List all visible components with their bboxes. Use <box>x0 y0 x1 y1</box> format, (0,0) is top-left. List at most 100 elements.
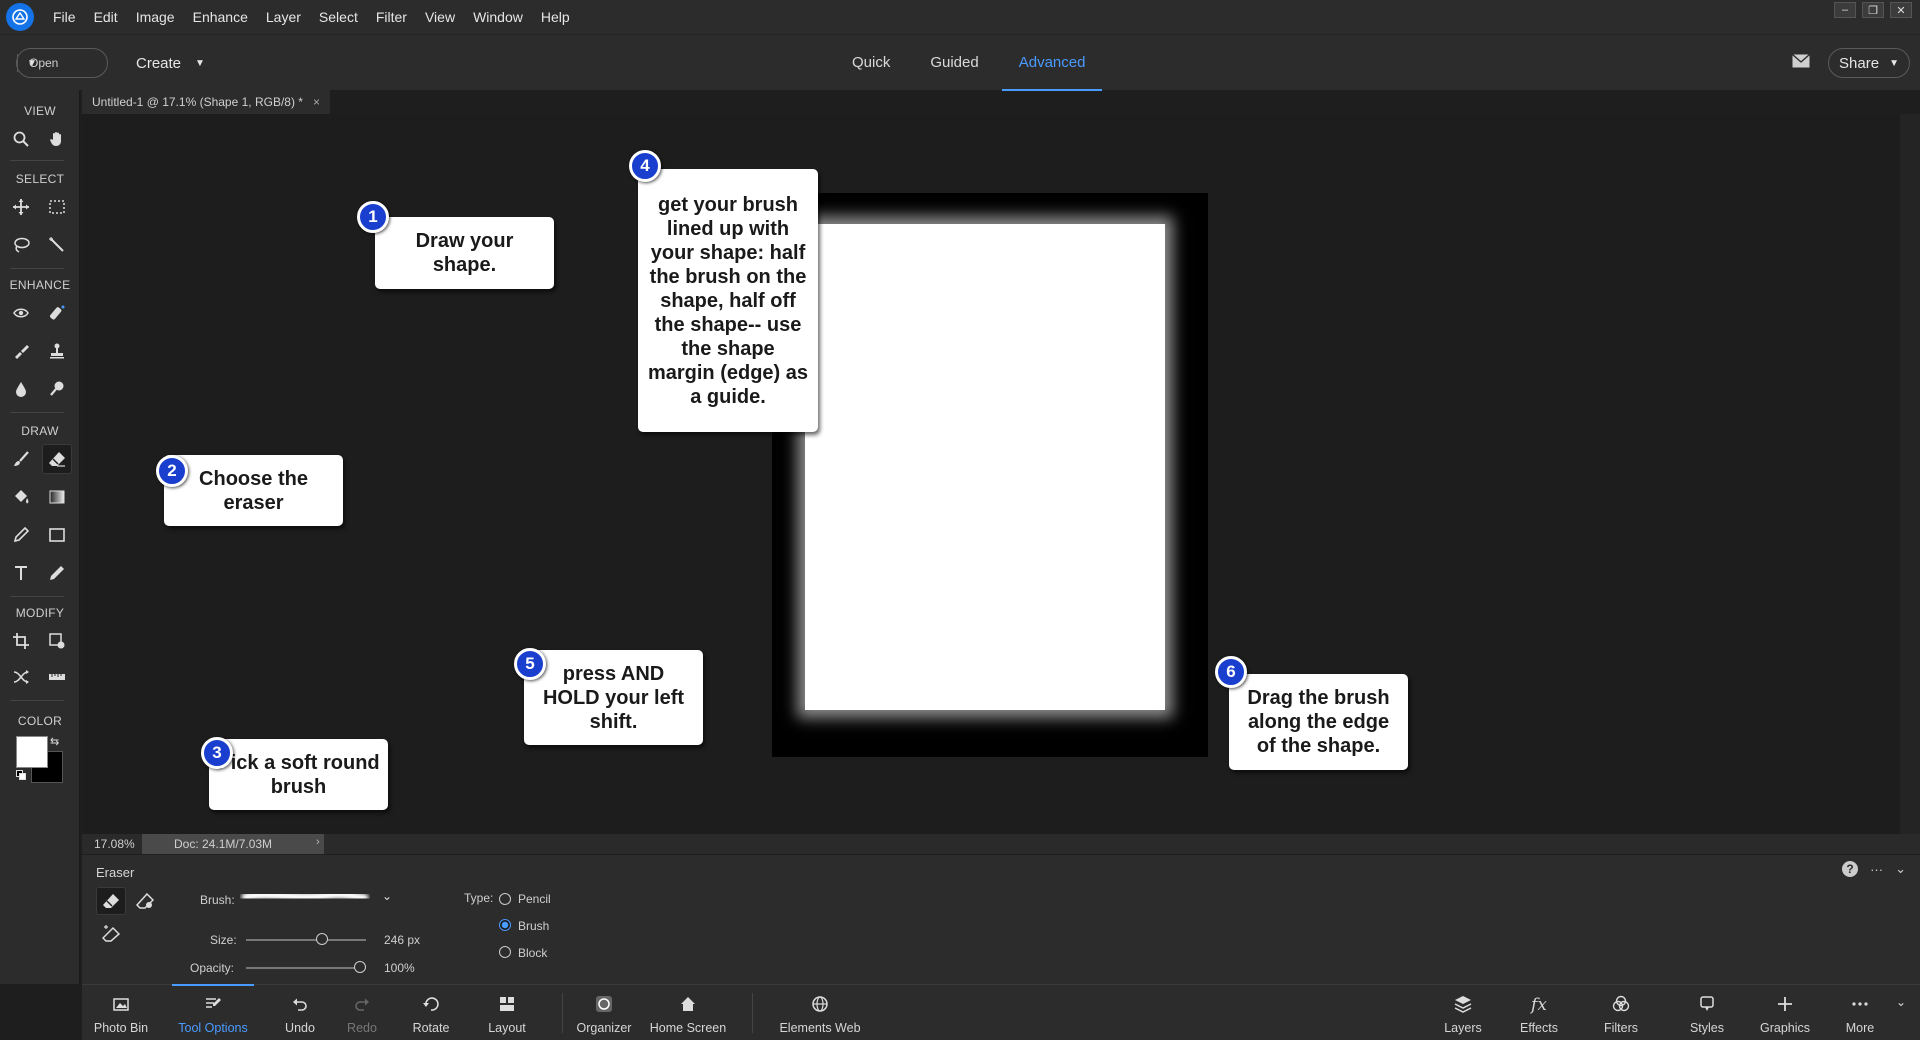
size-value: 246 px <box>384 933 421 947</box>
organizer-button[interactable]: Organizer <box>572 985 636 1040</box>
zoom-tool-icon[interactable] <box>6 124 36 154</box>
size-slider[interactable] <box>246 933 366 945</box>
type-pencil-radio[interactable] <box>499 893 511 905</box>
effects-fx-icon: fx <box>1531 995 1547 1015</box>
help-icon[interactable]: ? <box>1842 861 1859 877</box>
open-button[interactable]: Open ▼ <box>16 48 108 78</box>
close-document-icon[interactable]: × <box>313 95 320 109</box>
rotate-button[interactable]: Rotate <box>402 985 460 1040</box>
lasso-tool-icon[interactable] <box>6 230 36 260</box>
magic-wand-tool-icon[interactable] <box>42 230 72 260</box>
type-tool-icon[interactable] <box>6 558 36 588</box>
home-screen-button[interactable]: Home Screen <box>648 985 728 1040</box>
pencil-tool-icon[interactable] <box>42 558 72 588</box>
effects-button[interactable]: fx Effects <box>1516 985 1562 1040</box>
redo-button[interactable]: Redo <box>340 985 384 1040</box>
menu-image[interactable]: Image <box>127 0 184 34</box>
straighten-tool-icon[interactable] <box>42 662 72 692</box>
restore-button[interactable]: ❐ <box>1862 2 1884 18</box>
undo-button[interactable]: Undo <box>278 985 322 1040</box>
more-button[interactable]: More <box>1838 985 1882 1040</box>
menu-help[interactable]: Help <box>532 0 579 34</box>
create-button[interactable]: Create ▼ <box>136 48 205 78</box>
styles-button[interactable]: Styles <box>1684 985 1730 1040</box>
smart-brush-tool-icon[interactable] <box>6 336 36 366</box>
content-aware-move-tool-icon[interactable] <box>6 662 36 692</box>
photo-bin-button[interactable]: Photo Bin <box>86 985 156 1040</box>
hand-tool-icon[interactable] <box>42 124 72 154</box>
document-info-menu-icon[interactable]: › <box>316 836 320 848</box>
document-image[interactable] <box>772 193 1208 757</box>
callout-step-3: Pick a soft round brush <box>209 739 388 810</box>
minimize-button[interactable]: – <box>1834 2 1856 18</box>
document-tab[interactable]: Untitled-1 @ 17.1% (Shape 1, RGB/8) * × <box>82 90 330 114</box>
sponge-tool-icon[interactable] <box>42 374 72 404</box>
step-badge-4: 4 <box>629 150 661 182</box>
elements-web-button[interactable]: Elements Web <box>772 985 868 1040</box>
foreground-color-swatch[interactable] <box>16 736 48 768</box>
menu-file[interactable]: File <box>44 0 85 34</box>
vertical-scrollbar[interactable] <box>1900 114 1920 848</box>
redo-icon <box>355 998 369 1011</box>
tab-guided[interactable]: Guided <box>913 35 995 91</box>
collapse-panel-icon[interactable]: ⌄ <box>1895 861 1906 877</box>
layers-icon <box>1454 996 1472 1013</box>
clone-stamp-tool-icon[interactable] <box>42 336 72 366</box>
layout-button[interactable]: Layout <box>482 985 532 1040</box>
marquee-tool-icon[interactable] <box>42 192 72 222</box>
magic-eraser-mode-icon[interactable] <box>96 919 126 947</box>
eraser-mode-icon[interactable] <box>96 887 126 915</box>
menu-select[interactable]: Select <box>310 0 367 34</box>
menu-filter[interactable]: Filter <box>367 0 416 34</box>
brush-picker-dropdown-icon[interactable]: ⌄ <box>382 889 392 903</box>
close-window-button[interactable]: ✕ <box>1890 2 1912 18</box>
share-button[interactable]: Share ▼ <box>1828 48 1910 78</box>
eraser-tool-icon[interactable] <box>42 444 72 474</box>
taskbar-divider <box>562 993 563 1033</box>
rotate-label: Rotate <box>412 1021 450 1035</box>
mail-icon[interactable] <box>1792 54 1810 68</box>
opacity-slider-knob[interactable] <box>354 961 366 973</box>
swap-colors-icon[interactable]: ⇆ <box>50 736 62 748</box>
graphics-button[interactable]: Graphics <box>1756 985 1814 1040</box>
more-options-icon[interactable]: ··· <box>1870 862 1883 877</box>
more-dots-icon <box>1852 1002 1868 1006</box>
crop-tool-icon[interactable] <box>6 626 36 656</box>
plus-icon <box>1778 997 1792 1011</box>
menu-enhance[interactable]: Enhance <box>184 0 257 34</box>
menu-edit[interactable]: Edit <box>85 0 127 34</box>
styles-label: Styles <box>1689 1021 1725 1035</box>
type-block-radio[interactable] <box>499 946 511 958</box>
brush-preset-picker[interactable] <box>240 885 370 911</box>
blur-tool-icon[interactable] <box>6 374 36 404</box>
brush-tool-icon[interactable] <box>6 444 36 474</box>
paint-bucket-tool-icon[interactable] <box>6 482 36 512</box>
spot-healing-tool-icon[interactable] <box>42 298 72 328</box>
tool-options-panel: Eraser ? ··· ⌄ Brush: ⌄ Size: 246 px Opa… <box>82 854 1920 984</box>
type-brush-radio[interactable] <box>499 919 511 931</box>
tab-advanced[interactable]: Advanced <box>1001 35 1103 91</box>
organizer-icon <box>596 996 612 1012</box>
opacity-slider[interactable] <box>246 961 366 973</box>
size-slider-knob[interactable] <box>315 933 328 945</box>
recompose-tool-icon[interactable] <box>42 626 72 656</box>
tool-options-button[interactable]: Tool Options <box>172 984 254 1040</box>
default-colors-icon[interactable] <box>16 770 26 780</box>
tab-quick[interactable]: Quick <box>835 35 907 91</box>
menu-window[interactable]: Window <box>464 0 532 34</box>
tool-options-icon <box>206 998 221 1008</box>
layers-button[interactable]: Layers <box>1438 985 1488 1040</box>
background-eraser-mode-icon[interactable] <box>130 887 160 915</box>
zoom-readout[interactable]: 17.08% <box>94 837 135 851</box>
filters-button[interactable]: Filters <box>1596 985 1646 1040</box>
taskbar-divider <box>752 993 753 1033</box>
move-tool-icon[interactable] <box>6 192 36 222</box>
red-eye-tool-icon[interactable] <box>6 298 36 328</box>
taskbar-collapse-icon[interactable]: ⌄ <box>1896 995 1906 1009</box>
menu-view[interactable]: View <box>416 0 464 34</box>
photoshop-elements-logo-icon[interactable] <box>6 3 34 31</box>
menu-layer[interactable]: Layer <box>257 0 310 34</box>
rectangle-shape-tool-icon[interactable] <box>42 520 72 550</box>
eyedropper-tool-icon[interactable] <box>6 520 36 550</box>
gradient-tool-icon[interactable] <box>42 482 72 512</box>
